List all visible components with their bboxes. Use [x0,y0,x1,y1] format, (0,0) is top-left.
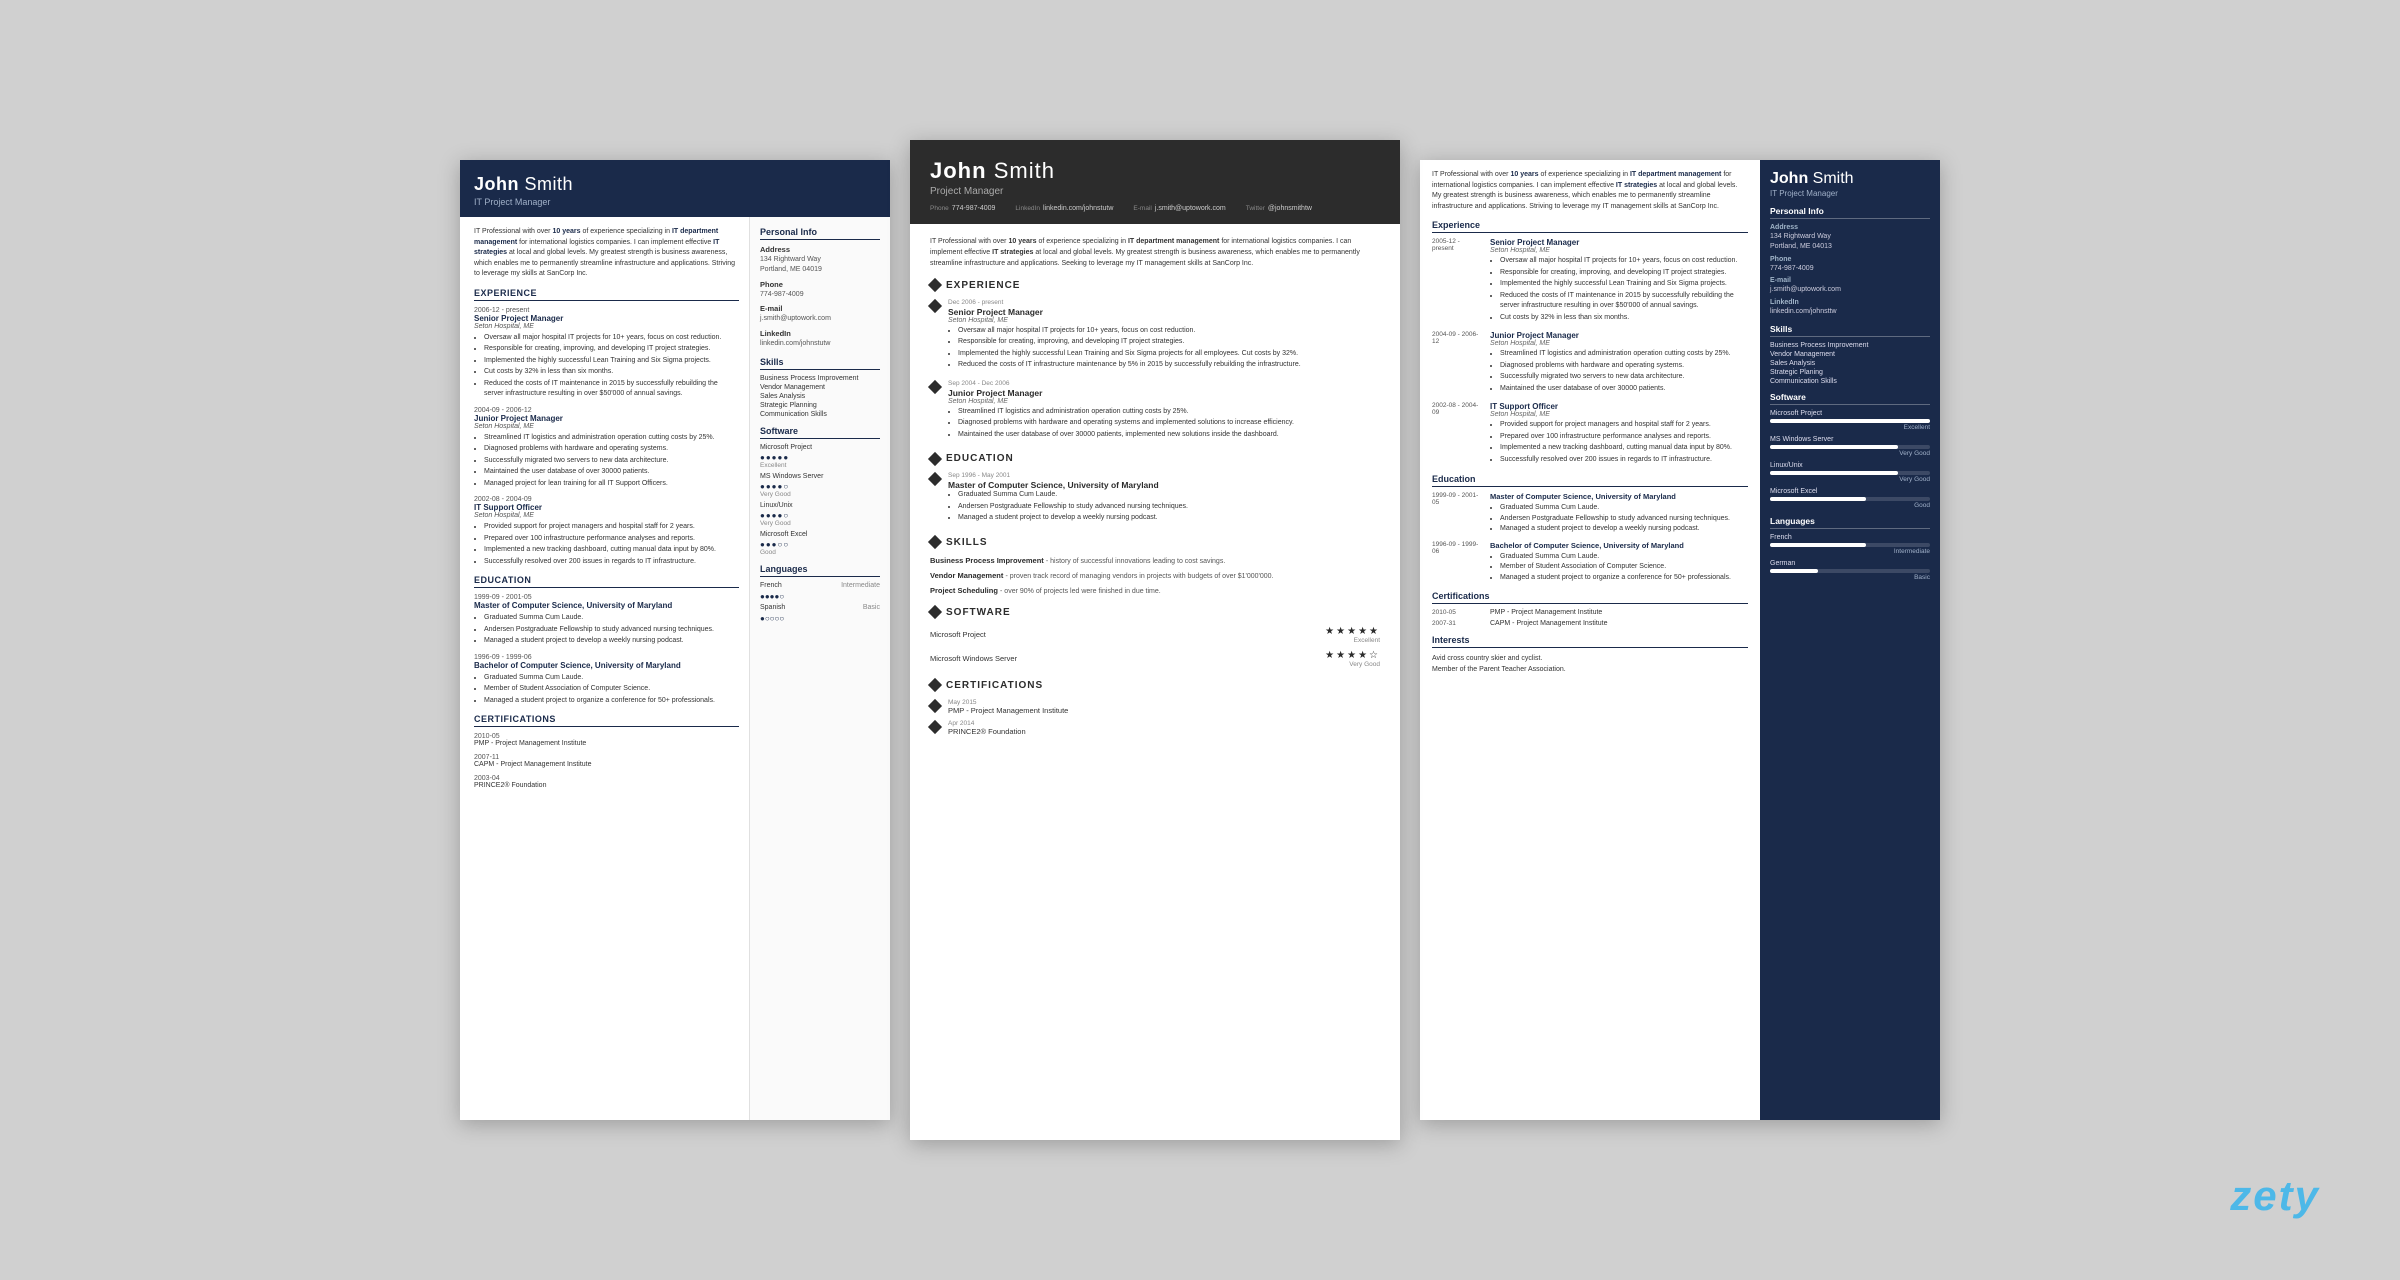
resume3-sb-software-title: Software [1770,392,1930,405]
resume1-edu-section: Education [474,575,739,588]
resume3-sw-3: Linux/Unix Very Good [1770,462,1930,483]
resume1-sb-software: Software [760,426,880,439]
resume2-exp-section: EXPERIENCE Dec 2006 - present Senior Pro… [930,280,1380,442]
resume3-interests-text: Avid cross country skier and cyclist. Me… [1432,653,1748,675]
resume1-main: IT Professional with over 10 years of ex… [460,217,750,1120]
resume2-title: Project Manager [930,186,1380,197]
resume1-cert-3: 2003-04 PRINCE2® Foundation [474,775,739,789]
resume3-sw-4: Microsoft Excel Good [1770,488,1930,509]
resume1-header: John Smith IT Project Manager [460,160,890,217]
resume1-title: IT Project Manager [474,197,876,207]
resume3-lang-2: German Basic [1770,560,1930,581]
resume1-edu-1: 1999-09 - 2001-05 Master of Computer Sci… [474,594,739,647]
resume2-exp-1: Dec 2006 - present Senior Project Manage… [930,299,1380,372]
diamond-icon-edu [928,451,942,465]
diamond-icon [928,278,942,292]
resume1-body: IT Professional with over 10 years of ex… [460,217,890,1120]
resume-2: John Smith Project Manager Phone 774-987… [910,140,1400,1140]
resume3-exp-1: 2005-12 - present Senior Project Manager… [1432,238,1748,324]
resume3-sidebar: John Smith IT Project Manager Personal I… [1760,160,1940,1120]
diamond-icon-sw [928,605,942,619]
resume1-sb-languages: Languages [760,564,880,577]
resume-3: IT Professional with over 10 years of ex… [1420,160,1940,1120]
resume2-header: John Smith Project Manager Phone 774-987… [910,140,1400,224]
resume3-exp-section: Experience [1432,220,1748,233]
resume1-sidebar: Personal Info Address 134 Rightward WayP… [750,217,890,1120]
resume2-edu-1: Sep 1996 - May 2001 Master of Computer S… [930,472,1380,525]
resume1-intro: IT Professional with over 10 years of ex… [474,227,739,280]
resume1-name: John Smith [474,174,876,195]
resume3-sb-header: John Smith IT Project Manager [1770,170,1930,198]
resume3-lang-1: French Intermediate [1770,534,1930,555]
resume3-sb-skills-title: Skills [1770,324,1930,337]
resume2-cert-2: Apr 2014 PRINCE2® Foundation [930,720,1380,736]
resume2-software-section: SOFTWARE Microsoft Project ★★★★★ Excelle… [930,607,1380,668]
resume3-sb-name: John Smith [1770,170,1930,188]
resume1-exp-section: Experience [474,288,739,301]
resume1-exp-3: 2002-08 - 2004-09 IT Support Officer Set… [474,496,739,567]
resume3-edu-section: Education [1432,474,1748,487]
resume3-cert-2: 2007-31 CAPM - Project Management Instit… [1432,620,1748,627]
resume3-cert-1: 2010-05 PMP - Project Management Institu… [1432,609,1748,616]
resume3-sw-2: MS Windows Server Very Good [1770,436,1930,457]
resume2-body: IT Professional with over 10 years of ex… [910,224,1400,760]
resume1-exp-1: 2006-12 - present Senior Project Manager… [474,307,739,400]
resume3-sw-1: Microsoft Project Excellent [1770,410,1930,431]
resume2-cert-section: CERTIFICATIONS May 2015 PMP - Project Ma… [930,680,1380,736]
resume3-edu-2: 1996-09 - 1999-06 Bachelor of Computer S… [1432,541,1748,584]
resume3-intro: IT Professional with over 10 years of ex… [1432,170,1748,212]
resume2-exp-2: Sep 2004 - Dec 2006 Junior Project Manag… [930,380,1380,442]
resume3-edu-1: 1999-09 - 2001-05 Master of Computer Sci… [1432,492,1748,535]
resume3-exp-3: 2002-08 - 2004-09 IT Support Officer Set… [1432,402,1748,466]
resume2-name: John Smith [930,158,1380,184]
resume3-sb-title: IT Project Manager [1770,189,1930,198]
resume2-cert-1: May 2015 PMP - Project Management Instit… [930,699,1380,715]
diamond-icon-cert [928,678,942,692]
resume2-intro: IT Professional with over 10 years of ex… [930,236,1380,270]
resume1-exp-2: 2004-09 - 2006-12 Junior Project Manager… [474,407,739,490]
resume3-exp-2: 2004-09 - 2006-12 Junior Project Manager… [1432,331,1748,395]
page-container: John Smith IT Project Manager IT Profess… [0,0,2400,1280]
resume2-edu-section: EDUCATION Sep 1996 - May 2001 Master of … [930,453,1380,525]
resume1-cert-section: Certifications [474,714,739,727]
zety-watermark: zety [2230,1172,2320,1220]
resume3-interests-section: Interests [1432,635,1748,648]
resume2-contacts: Phone 774-987-4009 LinkedIn linkedin.com… [930,205,1380,212]
resume-1: John Smith IT Project Manager IT Profess… [460,160,890,1120]
resume3-main: IT Professional with over 10 years of ex… [1420,160,1760,1120]
resume1-sb-skills: Skills [760,357,880,370]
resume1-cert-1: 2010-05 PMP - Project Management Institu… [474,733,739,747]
resume3-sb-languages-title: Languages [1770,516,1930,529]
resume3-cert-section: Certifications [1432,591,1748,604]
resume3-sb-personalinfo-title: Personal Info [1770,206,1930,219]
diamond-icon-skills [928,535,942,549]
resume1-cert-2: 2007-11 CAPM - Project Management Instit… [474,754,739,768]
resume2-skills-section: SKILLS Business Process Improvement - hi… [930,537,1380,595]
resume1-edu-2: 1996-09 - 1999-06 Bachelor of Computer S… [474,654,739,707]
resume1-sb-personalinfo: Personal Info [760,227,880,240]
